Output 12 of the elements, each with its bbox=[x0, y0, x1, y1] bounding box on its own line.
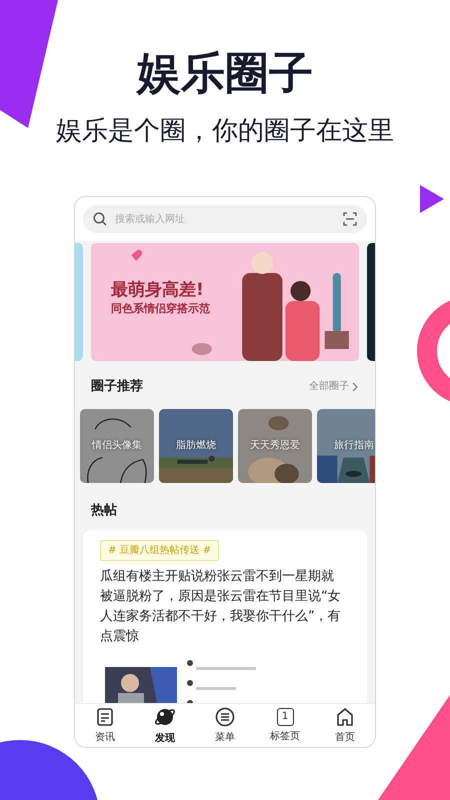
circle-label: 天天秀恩爱 bbox=[250, 438, 300, 453]
circle-label: 脂肪燃烧 bbox=[176, 438, 216, 453]
promo-subtitle: 娱乐是个圈，你的圈子在这里 bbox=[56, 115, 394, 148]
circle-label: 旅行指南 bbox=[334, 438, 374, 453]
circle-label: 情侣头像集 bbox=[92, 438, 142, 453]
section-title: 圈子推荐 bbox=[91, 378, 143, 396]
promo-title: 娱乐圈子 bbox=[137, 47, 313, 101]
banner-headline: 最萌身高差! bbox=[111, 279, 204, 301]
banner-subline: 同色系情侣穿搭示范 bbox=[111, 301, 210, 317]
post-text: 瓜组有楼主开贴说粉张云雷不到一星期就被逼脱粉了，原因是张云雷在节目里说“女人连家务活都不干好，我娶你干什么”，有点震惊 bbox=[100, 568, 342, 646]
tab-count-icon: 1 bbox=[276, 708, 294, 726]
section-title: 热帖 bbox=[90, 502, 118, 520]
